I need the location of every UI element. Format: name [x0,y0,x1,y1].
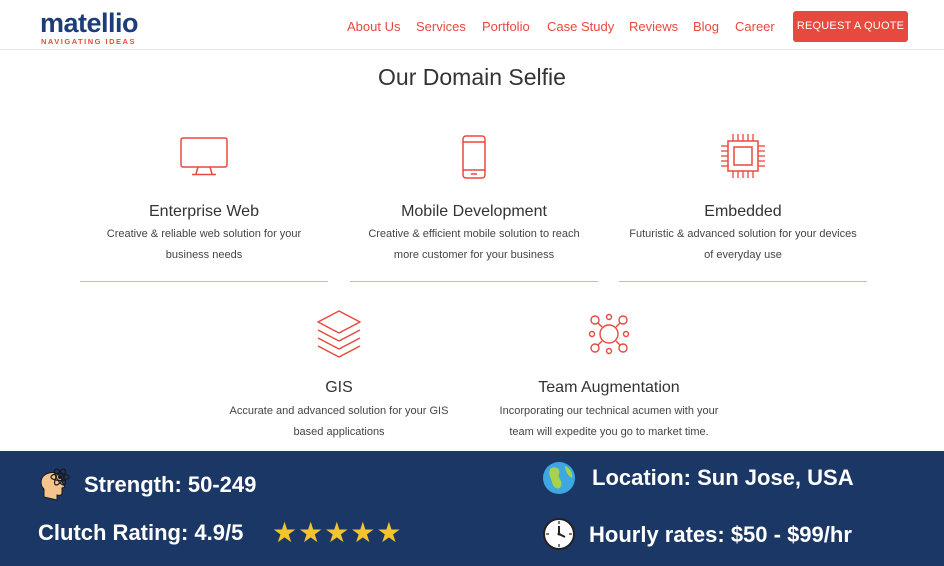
card-divider [619,281,867,282]
domain-card-team-augmentation[interactable]: Team Augmentation Incorporating our tech… [484,307,734,447]
hourly-rates-stat: Hourly rates: $50 - $99/hr [589,522,852,547]
nav-item-reviews[interactable]: Reviews [629,18,678,36]
smartphone-icon [462,135,486,179]
nav-item-about-us[interactable]: About Us [347,18,400,36]
team-icon [588,313,630,355]
request-quote-button[interactable]: REQUEST A QUOTE [793,11,908,42]
domain-desc-line-2: of everyday use [704,249,782,261]
domain-title: Mobile Development [401,203,547,220]
domain-title: Embedded [704,203,782,220]
domain-desc-line-1: Incorporating our technical acumen with … [499,405,719,417]
section-title: Our Domain Selfie [378,64,566,90]
clock-icon [543,518,575,550]
domain-title: GIS [325,379,353,396]
head-atom-icon [40,468,70,501]
clutch-rating-stat: Clutch Rating: 4.9/5 [38,520,244,545]
domain-desc-line-1: Creative & reliable web solution for you… [106,228,302,240]
globe-icon [543,462,575,494]
rating-stars: ★★★★★ [272,517,403,548]
domain-card-gis[interactable]: GIS Accurate and advanced solution for y… [214,307,464,447]
chip-icon [721,134,765,178]
monitor-icon [180,137,228,176]
domain-desc-line-2: more customer for your business [393,249,555,261]
domain-desc-line-1: Creative & efficient mobile solution to … [368,228,580,240]
domain-title: Enterprise Web [149,203,259,220]
domain-desc-line-2: based applications [293,426,385,438]
domain-desc-line-2: team will expedite you go to market time… [509,426,709,438]
card-divider [350,281,598,282]
domain-card-embedded[interactable]: Embedded Futuristic & advanced solution … [619,130,867,283]
logo[interactable]: matellio NAVIGATING IDEAS [40,8,160,48]
site-header: matellio NAVIGATING IDEAS About Us Servi… [0,0,944,50]
card-divider [80,281,328,282]
nav-item-career[interactable]: Career [735,18,775,36]
location-stat: Location: Sun Jose, USA [592,465,854,490]
logo-tagline: NAVIGATING IDEAS [41,37,136,46]
domain-desc-line-2: business needs [165,249,243,261]
domain-card-enterprise-web[interactable]: Enterprise Web Creative & reliable web s… [80,130,328,283]
domain-card-mobile-development[interactable]: Mobile Development Creative & efficient … [350,130,598,283]
nav-item-services[interactable]: Services [416,18,466,36]
domain-title: Team Augmentation [538,379,680,396]
layers-icon [317,310,361,358]
nav-item-blog[interactable]: Blog [693,18,719,36]
domain-desc-line-1: Futuristic & advanced solution for your … [629,228,857,240]
nav-item-case-study[interactable]: Case Study [547,18,614,36]
strength-stat: Strength: 50-249 [84,472,257,497]
domain-desc-line-1: Accurate and advanced solution for your … [229,405,449,417]
page: matellio NAVIGATING IDEAS About Us Servi… [0,0,944,566]
nav-item-portfolio[interactable]: Portfolio [482,18,530,36]
logo-name: matellio [40,8,139,38]
